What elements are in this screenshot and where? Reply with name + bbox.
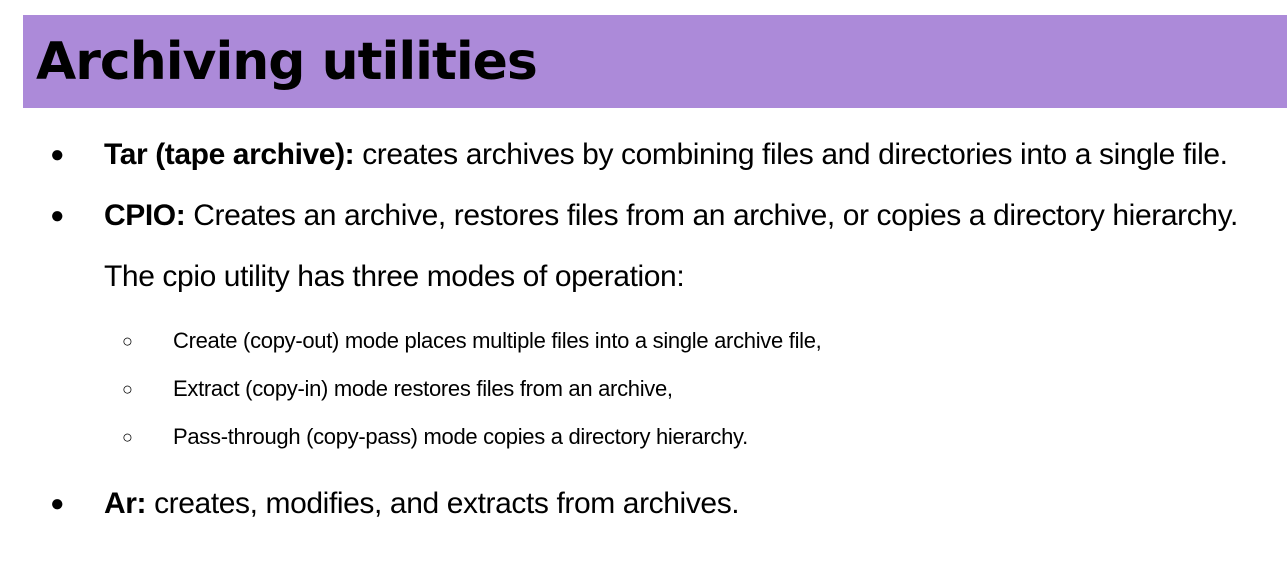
sub-list-item: ○ Create (copy-out) mode places multiple…	[0, 317, 1287, 365]
cpio-modes-list: ○ Create (copy-out) mode places multiple…	[0, 317, 1287, 461]
sub-item-text: Pass-through (copy-pass) mode copies a d…	[173, 424, 748, 449]
item-text: creates archives by combining files and …	[354, 138, 1228, 171]
circle-bullet-icon: ○	[122, 379, 133, 399]
bullet-list: ● Tar (tape archive): creates archives b…	[0, 124, 1287, 534]
list-item-ar: ● Ar: creates, modifies, and extracts fr…	[0, 473, 1287, 534]
circle-bullet-icon: ○	[122, 331, 133, 351]
sub-item-text: Extract (copy-in) mode restores files fr…	[173, 376, 673, 401]
bullet-icon: ●	[50, 141, 65, 168]
item-term: CPIO:	[104, 199, 186, 232]
list-item-cpio: ● CPIO: Creates an archive, restores fil…	[0, 185, 1284, 307]
bullet-icon: ●	[50, 202, 65, 229]
bullet-icon: ●	[50, 490, 65, 517]
sub-item-text: Create (copy-out) mode places multiple f…	[173, 328, 822, 353]
item-term: Ar:	[104, 487, 147, 520]
list-item-tar: ● Tar (tape archive): creates archives b…	[0, 124, 1284, 185]
title-bar: Archiving utilities	[23, 15, 1287, 108]
circle-bullet-icon: ○	[122, 427, 133, 447]
item-text: Creates an archive, restores files from …	[104, 199, 1238, 293]
item-term: Tar (tape archive):	[104, 138, 355, 171]
item-text: creates, modifies, and extracts from arc…	[146, 487, 740, 520]
slide-title: Archiving utilities	[36, 32, 538, 92]
sub-list-item: ○ Pass-through (copy-pass) mode copies a…	[0, 413, 1287, 461]
sub-list-item: ○ Extract (copy-in) mode restores files …	[0, 365, 1287, 413]
